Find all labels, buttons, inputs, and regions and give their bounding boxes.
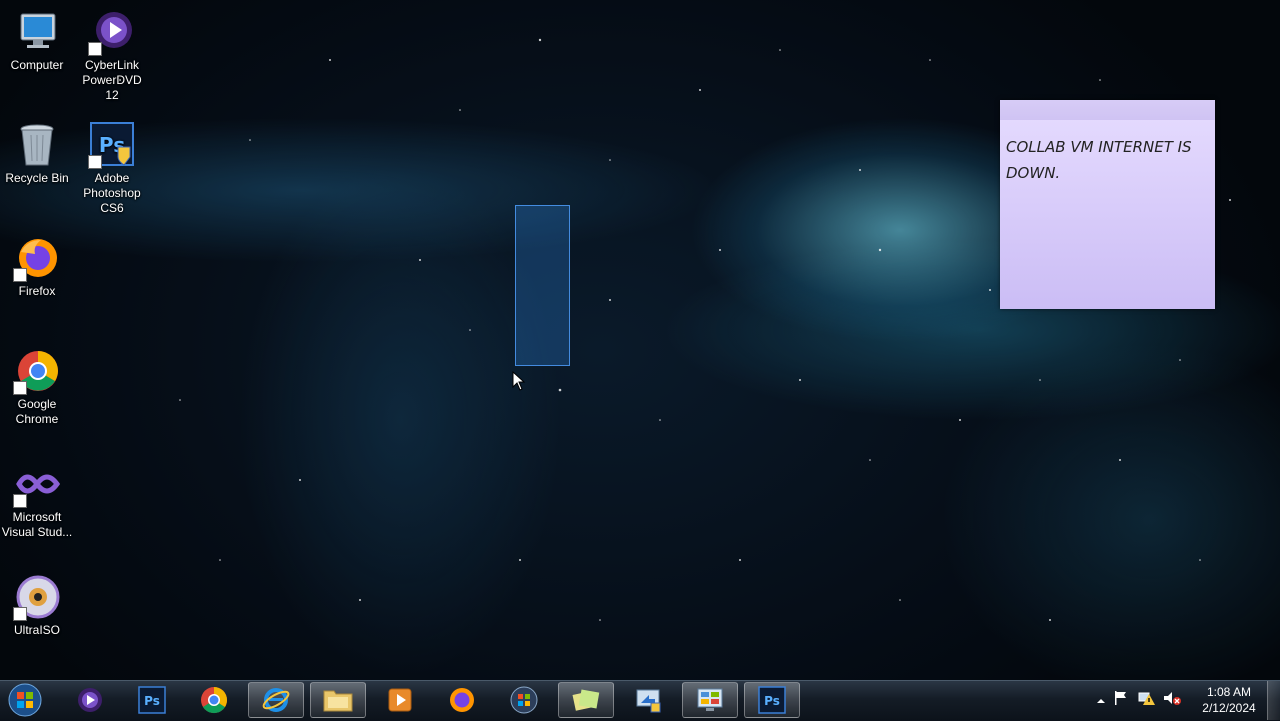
- start-button[interactable]: [6, 683, 44, 717]
- desktop-icon-chrome[interactable]: Google Chrome: [1, 347, 73, 427]
- desktop-icon-powerdvd[interactable]: CyberLink PowerDVD 12: [76, 8, 148, 103]
- taskbar-button-remote-desktop[interactable]: [620, 682, 676, 718]
- show-desktop-button[interactable]: [1267, 681, 1280, 720]
- powerdvd-icon: [88, 8, 136, 56]
- desktop-icon-label: Firefox: [18, 284, 56, 298]
- computer-icon: [13, 8, 61, 56]
- sticky-note[interactable]: COLLAB VM INTERNET IS DOWN.: [1000, 100, 1215, 309]
- desktop-icon-label: Google Chrome: [15, 397, 59, 426]
- control-panel-icon: [697, 688, 723, 711]
- taskbar-button-file-explorer[interactable]: [310, 682, 366, 718]
- taskbar-clock[interactable]: 1:08 AM 2/12/2024: [1196, 684, 1262, 716]
- desktop-icon-computer[interactable]: Computer: [1, 8, 73, 73]
- recycle-bin-icon: [13, 121, 61, 169]
- network-warning-icon[interactable]: [1136, 690, 1156, 710]
- shortcut-arrow-icon: [13, 494, 27, 508]
- drag-selection-rectangle: [515, 205, 570, 366]
- svg-text:Ps: Ps: [144, 694, 160, 708]
- desktop-icon-ultraiso[interactable]: UltraISO: [1, 573, 73, 638]
- shortcut-arrow-icon: [88, 42, 102, 56]
- clock-date: 2/12/2024: [1202, 701, 1256, 715]
- desktop-icon-label: UltraISO: [13, 623, 60, 637]
- desktop-icon-visual-studio[interactable]: Microsoft Visual Stud...: [1, 460, 73, 540]
- chrome-icon: [13, 347, 61, 395]
- folder-icon: [323, 690, 353, 712]
- desktop-icon-recycle-bin[interactable]: Recycle Bin: [1, 121, 73, 186]
- photoshop-icon: Ps: [138, 686, 166, 714]
- taskbar-button-chrome[interactable]: [186, 682, 242, 718]
- desktop-icon-firefox[interactable]: Firefox: [1, 234, 73, 299]
- shortcut-arrow-icon: [13, 607, 27, 621]
- taskbar-button-firefox[interactable]: [434, 682, 490, 718]
- sticky-note-text[interactable]: COLLAB VM INTERNET IS DOWN.: [1000, 120, 1215, 186]
- show-hidden-icons-arrow[interactable]: [1096, 691, 1106, 710]
- taskbar-button-media-player[interactable]: [372, 682, 428, 718]
- volume-muted-icon[interactable]: [1162, 690, 1182, 710]
- photoshop-icon: Ps: [758, 686, 786, 714]
- internet-explorer-icon: [262, 688, 290, 712]
- sticky-notes-icon: [572, 689, 600, 711]
- taskbar-button-photoshop[interactable]: Ps: [744, 682, 800, 718]
- taskbar-button-internet-explorer[interactable]: [248, 682, 304, 718]
- desktop-icon-label: Recycle Bin: [5, 171, 69, 185]
- ultraiso-icon: [13, 573, 61, 621]
- media-player-icon: [388, 688, 412, 712]
- action-center-flag-icon[interactable]: [1112, 690, 1130, 710]
- svg-text:Ps: Ps: [764, 694, 780, 708]
- firefox-icon: [450, 688, 474, 712]
- sticky-note-title-bar[interactable]: [1000, 100, 1215, 120]
- taskbar-button-control-panel[interactable]: [682, 682, 738, 718]
- shortcut-arrow-icon: [88, 155, 102, 169]
- remote-desktop-icon: [636, 689, 661, 713]
- taskbar-button-powerdvd[interactable]: [62, 682, 118, 718]
- visual-studio-icon: [13, 460, 61, 508]
- desktop-icon-label: Computer: [10, 58, 64, 72]
- taskbar-button-photoshop-pinned[interactable]: Ps: [124, 682, 180, 718]
- windows-setup-icon: [510, 686, 538, 714]
- desktop-icon-label: CyberLink PowerDVD 12: [82, 58, 142, 102]
- desktop-icon-label: Microsoft Visual Stud...: [1, 510, 73, 539]
- shortcut-arrow-icon: [13, 381, 27, 395]
- taskbar-button-windows-setup[interactable]: [496, 682, 552, 718]
- chrome-icon: [201, 687, 228, 714]
- taskbar-button-sticky-notes[interactable]: [558, 682, 614, 718]
- firefox-icon: [13, 234, 61, 282]
- mouse-cursor-icon: [512, 371, 526, 391]
- powerdvd-icon: [78, 688, 102, 712]
- shortcut-arrow-icon: [13, 268, 27, 282]
- photoshop-icon: Ps: [88, 121, 136, 169]
- desktop-icon-photoshop[interactable]: Ps Adobe Photoshop CS6: [76, 121, 148, 216]
- system-tray: [1096, 680, 1182, 720]
- clock-time: 1:08 AM: [1206, 685, 1252, 699]
- desktop-icon-label: Adobe Photoshop CS6: [83, 171, 141, 215]
